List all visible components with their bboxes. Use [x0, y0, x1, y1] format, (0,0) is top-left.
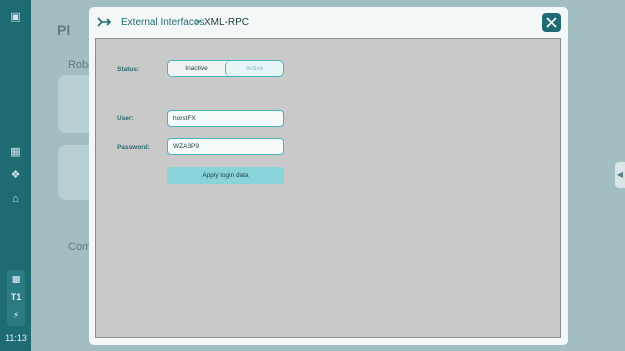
settings-panel: Status: Inactive Active User: horstFX Pa… [95, 38, 561, 338]
clock: 11:13 [5, 333, 27, 343]
xmlrpc-dialog: External Interfaces > XML-RPC Status: In… [89, 7, 568, 345]
status-option-inactive[interactable]: Inactive [168, 61, 225, 76]
password-input[interactable]: WZA3P9 [167, 138, 284, 155]
status-label: Status: [117, 66, 140, 73]
user-input[interactable]: horstFX [167, 110, 284, 127]
menu-icon[interactable]: ▣ [7, 10, 24, 24]
status-group: ▩ T1 ⚡ [7, 270, 25, 326]
lightning-icon[interactable]: ⚡ [7, 306, 25, 324]
user-label: User: [117, 115, 134, 122]
status-toggle[interactable]: Inactive Active [167, 60, 284, 77]
dashboard-icon[interactable]: ▦ [7, 145, 24, 159]
interface-arrow-icon [97, 17, 111, 27]
apply-login-button[interactable]: Apply login data [167, 167, 284, 184]
frame-icon[interactable]: ▩ [7, 270, 25, 288]
breadcrumb-parent[interactable]: External Interfaces [121, 17, 204, 28]
home-icon[interactable]: ⌂ [7, 192, 24, 206]
expand-panel-tab[interactable]: ◀ [615, 162, 625, 188]
breadcrumb-separator: > [195, 17, 201, 28]
password-label: Password: [117, 144, 150, 151]
sidebar: ▣ ▦ ❖ ⌂ ▩ T1 ⚡ 11:13 [0, 0, 31, 351]
close-button[interactable] [542, 13, 561, 32]
tool-label[interactable]: T1 [7, 288, 25, 306]
close-icon [546, 17, 557, 28]
breadcrumb-current: XML-RPC [204, 17, 250, 28]
dialog-header: External Interfaces > XML-RPC [89, 7, 568, 39]
program-icon[interactable]: ❖ [7, 168, 24, 182]
bg-title: Pl [57, 22, 71, 38]
status-option-active[interactable]: Active [225, 61, 283, 76]
